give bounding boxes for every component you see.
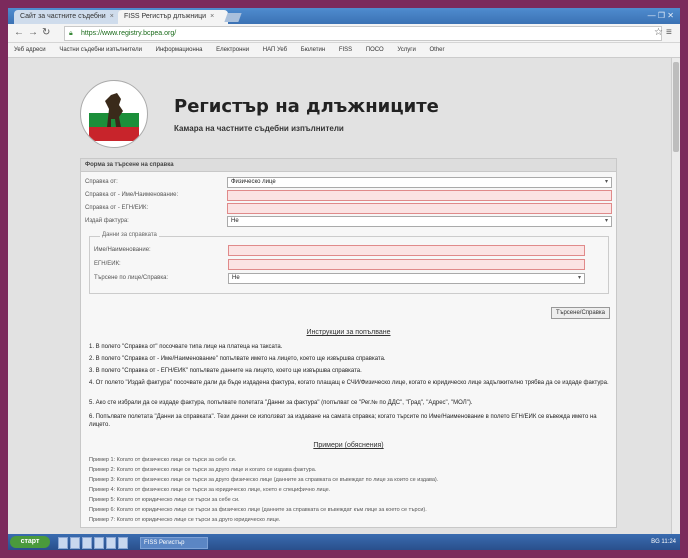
instruction-item: 1. В полето "Справка от" посочвате типа …: [89, 344, 283, 350]
example-link[interactable]: Пример 7: Когато от юридическо лице се т…: [89, 516, 609, 524]
field-label-request-egn: Справка от - ЕГН/ЕИК:: [85, 205, 149, 211]
bookmark-item[interactable]: Бюлетин: [301, 47, 325, 53]
example-link[interactable]: Пример 5: Когато от юридическо лице се т…: [89, 496, 609, 504]
browser-tab-2[interactable]: FISS Регистър длъжници ×: [118, 10, 228, 24]
quicklaunch-icon[interactable]: [94, 537, 104, 549]
egn-input[interactable]: [228, 259, 585, 270]
request-name-input[interactable]: [227, 190, 612, 201]
back-arrow-icon[interactable]: ←: [14, 27, 24, 38]
bookmark-item[interactable]: Уеб адреси: [14, 47, 46, 53]
panel-title: Форма за търсене на справка: [81, 159, 616, 172]
search-type-select[interactable]: Не: [228, 273, 585, 284]
browser-toolbar: ← → ↻ 🔒︎ https://www.registry.bcpea.org/…: [8, 24, 680, 43]
quicklaunch-icon[interactable]: [58, 537, 68, 549]
system-tray: BG 11:24: [651, 539, 676, 545]
examples-title: Примери (обяснения): [313, 442, 384, 449]
crest-logo: [80, 80, 148, 148]
site-subtitle: Камара на частните съдебни изпълнители: [174, 124, 344, 133]
instructions-title: Инструкции за попълване: [306, 329, 391, 336]
instruction-item: 6. Попълвате полетата "Данни за справкат…: [89, 414, 597, 428]
bookmark-item[interactable]: НАП Уеб: [263, 47, 287, 53]
search-form-panel: Форма за търсене на справка Справка от: …: [80, 158, 617, 528]
field-label-invoice: Издай фактура:: [85, 218, 129, 224]
instruction-item: 4. От полето "Издай фактура" посочвате д…: [89, 380, 609, 386]
bookmark-item[interactable]: Електронни: [216, 47, 249, 53]
field-label-request-name: Справка от - Име/Наименование:: [85, 192, 179, 198]
site-title: Регистър на длъжниците: [174, 96, 439, 117]
bookmark-item[interactable]: Частни съдебни изпълнители: [59, 47, 142, 53]
tab-label: FISS Регистър длъжници: [124, 13, 207, 20]
tab-label: Сайт за частните съдебни: [20, 13, 106, 20]
fieldset-legend: Данни за справката: [100, 232, 159, 238]
taskbar: старт FISS Регистър BG 11:24: [8, 534, 680, 550]
scrollbar-thumb[interactable]: [673, 62, 679, 152]
bookmarks-bar: Уеб адреси Частни съдебни изпълнители Ин…: [8, 43, 680, 58]
browser-titlebar: Сайт за частните съдебни × FISS Регистър …: [8, 8, 680, 24]
example-link[interactable]: Пример 6: Когато от юридическо лице се т…: [89, 506, 609, 514]
address-text: https://www.registry.bcpea.org/: [81, 30, 177, 37]
quicklaunch-icon[interactable]: [82, 537, 92, 549]
example-link[interactable]: Пример 2: Когато от физическо лице се тъ…: [89, 466, 609, 474]
field-label-egn: ЕГН/ЕИК:: [94, 261, 121, 267]
menu-icon[interactable]: ≡: [666, 27, 672, 38]
bookmark-item[interactable]: Информационна: [156, 47, 203, 53]
page-content: Регистър на длъжниците Камара на частнит…: [8, 58, 680, 534]
browser-tab-1[interactable]: Сайт за частните съдебни ×: [14, 10, 124, 24]
invoice-select[interactable]: Не: [227, 216, 612, 227]
quicklaunch-icon[interactable]: [70, 537, 80, 549]
address-bar[interactable]: 🔒︎ https://www.registry.bcpea.org/: [64, 26, 662, 41]
page-scrollbar[interactable]: [671, 58, 680, 534]
quicklaunch-icon[interactable]: [106, 537, 116, 549]
star-icon[interactable]: ☆: [654, 27, 663, 38]
instruction-item: 2. В полето "Справка от - Име/Наименован…: [89, 356, 386, 362]
bookmark-item[interactable]: Other: [429, 47, 444, 53]
site-header: Регистър на длъжниците Камара на частнит…: [80, 80, 600, 150]
example-link[interactable]: Пример 3: Когато от физическо лице се тъ…: [89, 476, 609, 484]
instruction-item: 5. Ако сте избрали да се издаде фактура,…: [89, 400, 473, 406]
search-button[interactable]: Търсене/Справка: [551, 307, 610, 319]
taskbar-item[interactable]: FISS Регистър: [140, 537, 208, 549]
bookmark-item[interactable]: Услуги: [397, 47, 415, 53]
request-data-fieldset: Данни за справката Име/Наименование: ЕГН…: [89, 232, 609, 294]
example-link[interactable]: Пример 1: Когато от физическо лице се тъ…: [89, 456, 609, 464]
lock-icon: 🔒︎: [69, 30, 73, 37]
close-icon[interactable]: ×: [210, 13, 214, 20]
close-icon[interactable]: ×: [110, 13, 114, 20]
request-egn-input[interactable]: [227, 203, 612, 214]
name-input[interactable]: [228, 245, 585, 256]
window-controls[interactable]: — ❐ ✕: [648, 11, 674, 20]
new-tab-button[interactable]: [224, 13, 242, 22]
flag-red-band: [89, 127, 139, 141]
lion-icon: [105, 93, 123, 127]
field-label-request-from: Справка от:: [85, 179, 118, 185]
bookmark-item[interactable]: ПОСО: [366, 47, 384, 53]
bookmark-item[interactable]: FISS: [339, 47, 352, 53]
reload-icon[interactable]: ↻: [42, 27, 50, 38]
quicklaunch-icon[interactable]: [118, 537, 128, 549]
example-link[interactable]: Пример 4: Когато от физическо лице се тъ…: [89, 486, 609, 494]
screen: Сайт за частните съдебни × FISS Регистър …: [8, 8, 680, 550]
forward-arrow-icon[interactable]: →: [28, 27, 38, 38]
request-from-select[interactable]: Физическо лице: [227, 177, 612, 188]
field-label-search-type: Търсене по лице/Справка:: [94, 275, 169, 281]
start-button[interactable]: старт: [10, 536, 50, 548]
field-label-name: Име/Наименование:: [94, 247, 151, 253]
instruction-item: 3. В полето "Справка от - ЕГН/ЕИК" попъл…: [89, 368, 362, 374]
